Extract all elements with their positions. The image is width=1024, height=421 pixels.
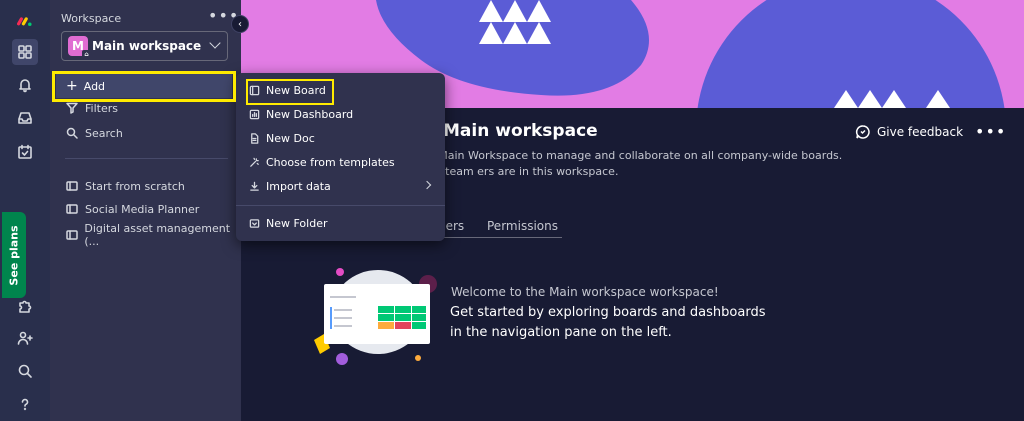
inbox-icon <box>18 112 32 124</box>
tab-permissions[interactable]: Permissions <box>487 219 558 233</box>
search-icon <box>65 126 79 140</box>
rail-search[interactable] <box>12 358 38 384</box>
menu-item-label: New Dashboard <box>266 107 354 121</box>
filter-icon <box>65 101 79 115</box>
workspace-name: Main workspace <box>92 39 202 53</box>
menu-divider <box>236 205 445 206</box>
menu-item-label: New Folder <box>266 216 328 230</box>
see-plans-label: See plans <box>7 224 21 286</box>
rail-my-work[interactable] <box>12 139 38 165</box>
plus-icon: + <box>66 78 78 94</box>
board-label: Digital asset management (... <box>84 222 231 248</box>
board-icon <box>65 179 79 193</box>
menu-new-dashboard[interactable]: New Dashboard <box>248 105 438 123</box>
add-label: Add <box>83 79 106 93</box>
add-button[interactable]: + Add <box>56 74 232 98</box>
sidebar-board-item[interactable]: Start from scratch <box>65 177 185 195</box>
import-icon <box>248 180 260 192</box>
menu-choose-templates[interactable]: Choose from templates <box>248 153 438 171</box>
menu-item-label: New Board <box>266 83 326 97</box>
rail-invite[interactable] <box>12 325 38 351</box>
menu-new-doc[interactable]: New Doc <box>248 129 438 147</box>
see-plans-button[interactable]: See plans <box>2 212 26 298</box>
menu-item-label: New Doc <box>266 131 315 145</box>
templates-icon <box>248 156 260 168</box>
rail-notifications[interactable] <box>12 72 38 98</box>
sidebar-divider <box>65 158 228 159</box>
give-feedback-label: Give feedback <box>877 125 964 139</box>
calendar-check-icon <box>18 144 32 159</box>
add-user-icon <box>17 331 33 345</box>
board-icon <box>248 84 260 96</box>
give-feedback-button[interactable]: Give feedback <box>855 124 963 140</box>
feedback-icon <box>855 125 870 139</box>
dashboard-icon <box>248 108 260 120</box>
rail-help[interactable] <box>12 391 38 417</box>
monday-logo-icon <box>17 17 32 26</box>
workspace-label: Workspace <box>61 12 122 25</box>
search-icon <box>18 364 32 378</box>
folder-icon <box>248 217 260 229</box>
add-dropdown-menu: New Board New Dashboard New Doc Choose f… <box>236 73 445 241</box>
board-label: Social Media Planner <box>85 202 200 216</box>
workspace-avatar: M ⌂ <box>68 36 91 59</box>
chevron-down-icon <box>209 37 221 49</box>
workspace-description: e Main Workspace to manage and collabora… <box>428 149 843 178</box>
bell-icon <box>19 79 31 93</box>
board-icon <box>65 202 79 216</box>
workspace-tabs: bers Permissions <box>428 216 562 238</box>
more-options-icon[interactable]: ••• <box>975 122 1006 141</box>
rail-apps[interactable] <box>12 293 38 319</box>
home-icon: ⌂ <box>82 50 91 59</box>
doc-icon <box>248 132 260 144</box>
board-label: Start from scratch <box>85 179 185 193</box>
board-icon <box>65 228 78 242</box>
puzzle-icon <box>19 300 32 313</box>
sidebar-board-item[interactable]: Social Media Planner <box>65 200 199 218</box>
grid-icon <box>18 45 32 59</box>
rail-inbox[interactable] <box>12 105 38 131</box>
welcome-illustration <box>314 268 437 365</box>
page-title: Main workspace <box>443 121 598 141</box>
collapse-sidebar-button[interactable]: ‹ <box>231 15 249 33</box>
workspace-sidebar: Workspace ••• M ⌂ Main workspace Filters… <box>50 0 241 421</box>
chevron-left-icon: ‹ <box>238 18 242 30</box>
menu-new-board[interactable]: New Board <box>248 81 438 99</box>
welcome-subtitle: Welcome to the Main workspace workspace! <box>451 285 719 299</box>
menu-item-label: Import data <box>266 179 331 193</box>
menu-import-data[interactable]: Import data <box>248 177 438 195</box>
left-rail: See plans <box>0 0 50 421</box>
welcome-message: Get started by exploring boards and dash… <box>450 305 766 340</box>
chevron-right-icon <box>422 180 432 190</box>
monday-logo[interactable] <box>12 8 38 34</box>
rail-workspaces[interactable] <box>12 39 38 65</box>
filters-button[interactable]: Filters <box>65 99 118 117</box>
menu-new-folder[interactable]: New Folder <box>248 214 438 232</box>
search-label: Search <box>85 126 123 140</box>
sidebar-board-item[interactable]: Digital asset management (... <box>65 222 241 248</box>
menu-item-label: Choose from templates <box>266 155 395 169</box>
workspace-selector[interactable]: M ⌂ Main workspace <box>61 31 228 61</box>
search-button[interactable]: Search <box>65 124 123 142</box>
filters-label: Filters <box>85 101 118 115</box>
question-icon <box>21 398 29 411</box>
